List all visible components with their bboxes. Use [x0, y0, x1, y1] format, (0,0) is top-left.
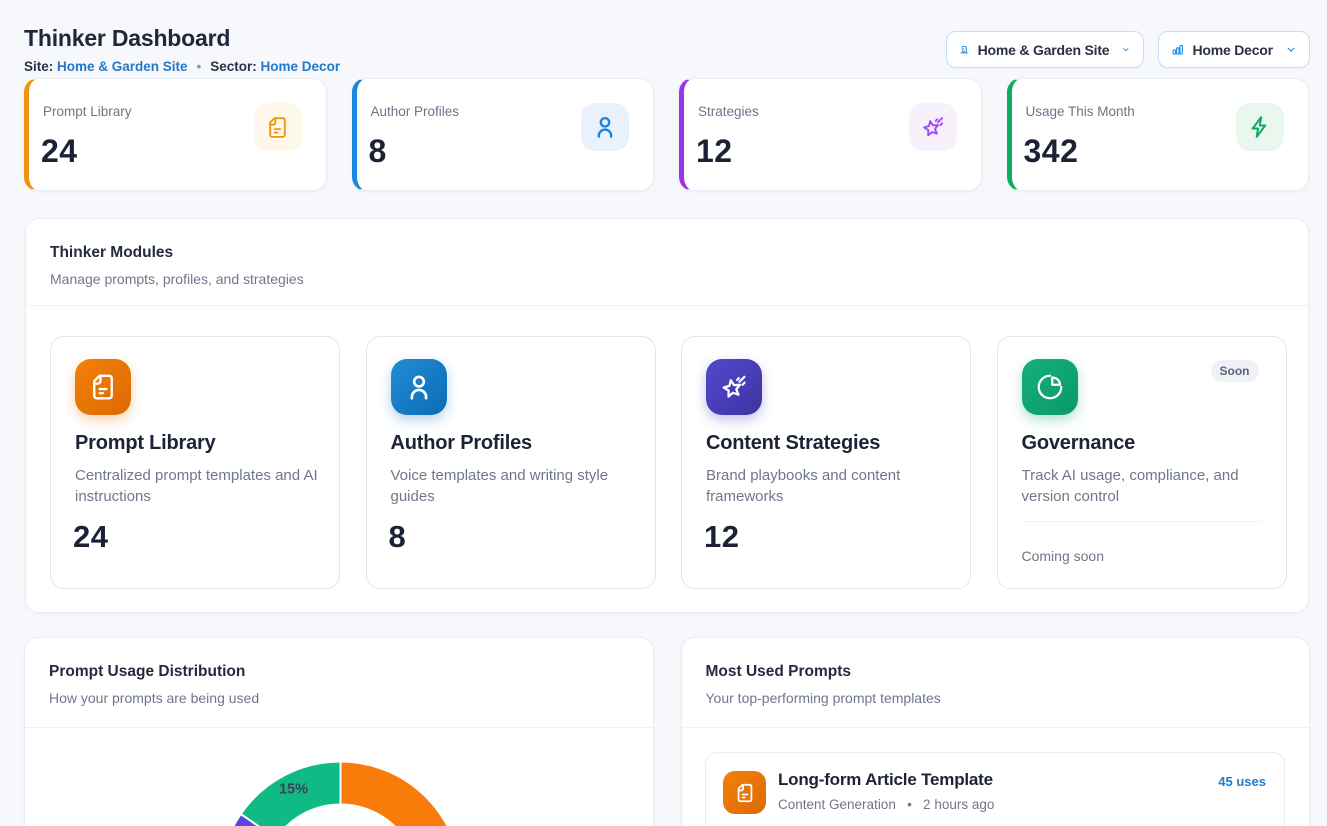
svg-text:15%: 15%: [279, 782, 308, 798]
